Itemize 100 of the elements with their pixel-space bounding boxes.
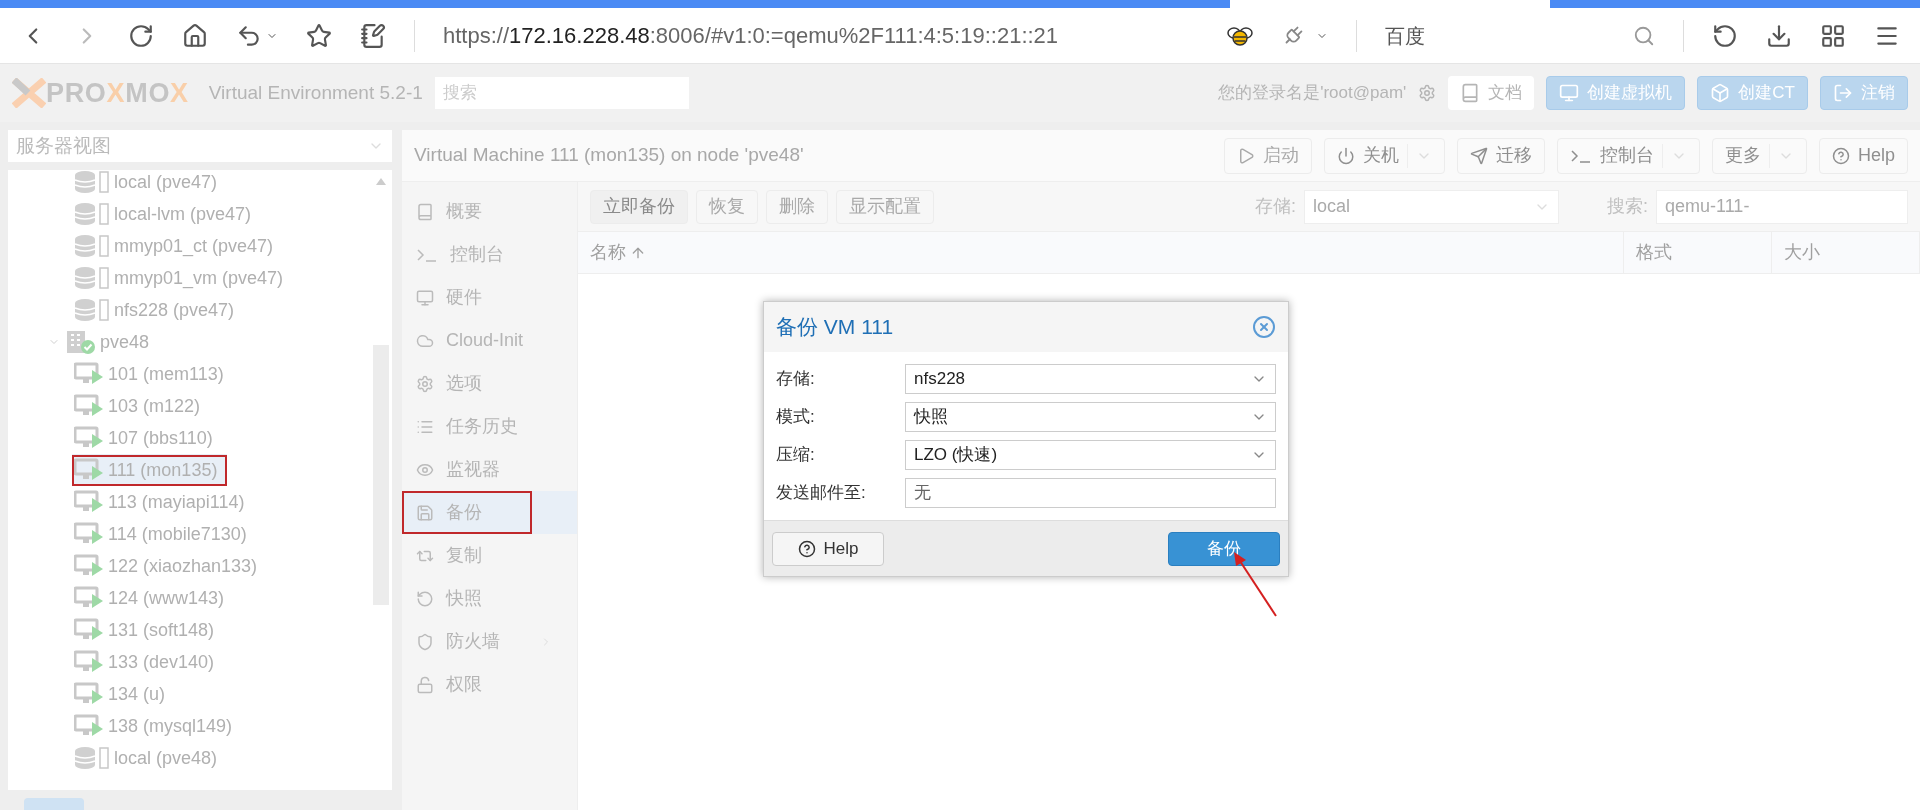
monitor-icon bbox=[416, 288, 434, 307]
tree-item[interactable]: local-lvm (pve47) bbox=[72, 198, 262, 230]
column-header[interactable]: 名称 bbox=[578, 232, 1624, 273]
tree-item[interactable]: mmyp01_ct (pve47) bbox=[72, 230, 284, 262]
nav-label: 选项 bbox=[446, 372, 482, 395]
tree-item[interactable]: 122 (xiaozhan133) bbox=[72, 550, 268, 582]
close-icon[interactable] bbox=[1252, 315, 1276, 339]
notes-icon[interactable] bbox=[360, 22, 386, 49]
tree-item[interactable]: local (pve47) bbox=[72, 170, 228, 198]
gear-icon[interactable] bbox=[1418, 84, 1437, 102]
tree-label: 101 (mem113) bbox=[108, 362, 224, 386]
nav-item[interactable]: 备份 bbox=[402, 491, 577, 534]
vm-running-icon bbox=[74, 714, 104, 738]
reload-icon[interactable] bbox=[128, 22, 154, 49]
toolbar-button[interactable]: Help bbox=[1818, 137, 1908, 174]
nav-label: 快照 bbox=[446, 587, 482, 610]
search-engine-field[interactable]: 百度 bbox=[1385, 20, 1655, 51]
tree-label: 124 (www143) bbox=[108, 586, 225, 610]
scroll-up-icon[interactable] bbox=[376, 178, 386, 185]
cube-icon bbox=[1710, 83, 1731, 103]
nav-item[interactable]: 控制台 bbox=[402, 233, 577, 276]
nav-item[interactable]: 硬件 bbox=[402, 276, 577, 319]
vm-running-icon bbox=[74, 394, 104, 418]
vm-running-icon bbox=[74, 650, 104, 674]
nav-label: 硬件 bbox=[446, 286, 482, 309]
terminal-icon bbox=[1569, 148, 1592, 163]
nav-item[interactable]: 快照 bbox=[402, 577, 577, 620]
tree-item[interactable]: 113 (mayiapi114) bbox=[72, 486, 255, 518]
address-bar[interactable]: https://172.16.228.48:8006/#v1:0:=qemu%2F111:4:5:19::21::21 bbox=[443, 19, 1198, 52]
tree-item[interactable]: 111 (mon135) bbox=[72, 454, 228, 486]
product-version: Virtual Environment 5.2-1 bbox=[208, 80, 423, 105]
toolbar-button[interactable]: 迁移 bbox=[1456, 137, 1545, 174]
tree-label: 103 (m122) bbox=[108, 394, 201, 418]
vm-running-icon bbox=[74, 618, 104, 642]
nav-item[interactable]: 概要 bbox=[402, 190, 577, 233]
unlock-icon bbox=[416, 675, 434, 694]
input-field[interactable]: 无 bbox=[905, 478, 1276, 508]
field-label: 发送邮件至: bbox=[776, 482, 867, 505]
nav-label: 监视器 bbox=[446, 458, 500, 481]
header-button[interactable]: 注销 bbox=[1820, 76, 1908, 110]
tree-item[interactable]: 124 (www143) bbox=[72, 582, 235, 614]
header-button[interactable]: 创建CT bbox=[1697, 76, 1808, 110]
panel-title: Virtual Machine 111 (mon135) on node 'pve48' bbox=[414, 143, 805, 168]
select-field[interactable]: nfs228 bbox=[905, 364, 1276, 394]
apps-grid-icon[interactable] bbox=[1820, 22, 1846, 49]
nav-item[interactable]: Cloud-Init bbox=[402, 319, 577, 362]
search-icon[interactable] bbox=[1633, 24, 1655, 47]
select-field[interactable]: 快照 bbox=[905, 402, 1276, 432]
tree-label: 107 (bbs110) bbox=[108, 426, 213, 450]
tree-label: 138 (mysql149) bbox=[108, 714, 233, 738]
nav-item[interactable]: 任务历史 bbox=[402, 405, 577, 448]
toolbar-button[interactable]: 控制台 bbox=[1556, 137, 1700, 174]
tree-label: local-lvm (pve47) bbox=[114, 202, 252, 226]
storage-icon bbox=[74, 266, 110, 290]
toolbar-button[interactable]: 立即备份 bbox=[590, 189, 688, 224]
help-icon bbox=[1831, 146, 1850, 165]
tree-item[interactable]: 138 (mysql149) bbox=[72, 710, 243, 742]
nav-item[interactable]: 复制 bbox=[402, 534, 577, 577]
star-icon[interactable] bbox=[306, 22, 332, 49]
logo-x-icon bbox=[12, 78, 46, 108]
toolbar-button[interactable]: 关机 bbox=[1323, 137, 1445, 174]
tree-item[interactable]: 101 (mem113) bbox=[72, 358, 234, 390]
header-button[interactable]: 文档 bbox=[1448, 76, 1535, 110]
book-icon bbox=[1460, 83, 1481, 103]
vm-running-icon bbox=[74, 490, 104, 514]
nav-item[interactable]: 权限 bbox=[402, 663, 577, 706]
help-button[interactable]: Help bbox=[772, 531, 884, 566]
storage-select[interactable]: local bbox=[1304, 189, 1559, 224]
tree-item[interactable]: pve48 bbox=[64, 326, 160, 358]
tree-label: nfs228 (pve47) bbox=[114, 298, 235, 322]
toolbar-button[interactable]: 更多 bbox=[1711, 137, 1807, 174]
nav-item[interactable]: 防火墙 bbox=[402, 620, 577, 663]
nav-item[interactable]: 监视器 bbox=[402, 448, 577, 491]
tree-item[interactable]: local (pve48) bbox=[72, 742, 228, 774]
tree-item[interactable]: 131 (soft148) bbox=[72, 614, 225, 646]
tree-item[interactable]: nfs228 (pve47) bbox=[72, 294, 245, 326]
header-button[interactable]: 创建虚拟机 bbox=[1546, 76, 1686, 110]
view-select[interactable]: 服务器视图 bbox=[8, 130, 392, 162]
nav-item[interactable]: 选项 bbox=[402, 362, 577, 405]
tree-item[interactable]: mmyp01_vm (pve47) bbox=[72, 262, 294, 294]
backup-button[interactable]: 备份 bbox=[1168, 531, 1280, 566]
dialog-title: 备份 VM 111 bbox=[776, 314, 894, 341]
column-header[interactable]: 格式 bbox=[1624, 232, 1772, 273]
tree-label: 134 (u) bbox=[108, 682, 166, 706]
download-icon[interactable] bbox=[1766, 22, 1792, 49]
home-icon[interactable] bbox=[182, 22, 208, 49]
tree-label: 111 (mon135) bbox=[108, 458, 218, 482]
search-field[interactable]: qemu-111- bbox=[1656, 189, 1908, 224]
tree-label: local (pve47) bbox=[114, 170, 218, 194]
field-label: 模式: bbox=[776, 406, 816, 429]
column-header[interactable]: 大小 bbox=[1772, 232, 1920, 273]
select-field[interactable]: LZO (快速) bbox=[905, 440, 1276, 470]
storage-icon bbox=[74, 202, 110, 226]
tree-item[interactable]: 133 (dev140) bbox=[72, 646, 225, 678]
tree-item[interactable]: 134 (u) bbox=[72, 678, 176, 710]
tree-item[interactable]: 114 (mobile7130) bbox=[72, 518, 257, 550]
tree-item[interactable]: 103 (m122) bbox=[72, 390, 211, 422]
nav-label: 防火墙 bbox=[446, 630, 500, 653]
server-node-icon bbox=[66, 329, 96, 355]
tree-item[interactable]: 107 (bbs110) bbox=[72, 422, 223, 454]
